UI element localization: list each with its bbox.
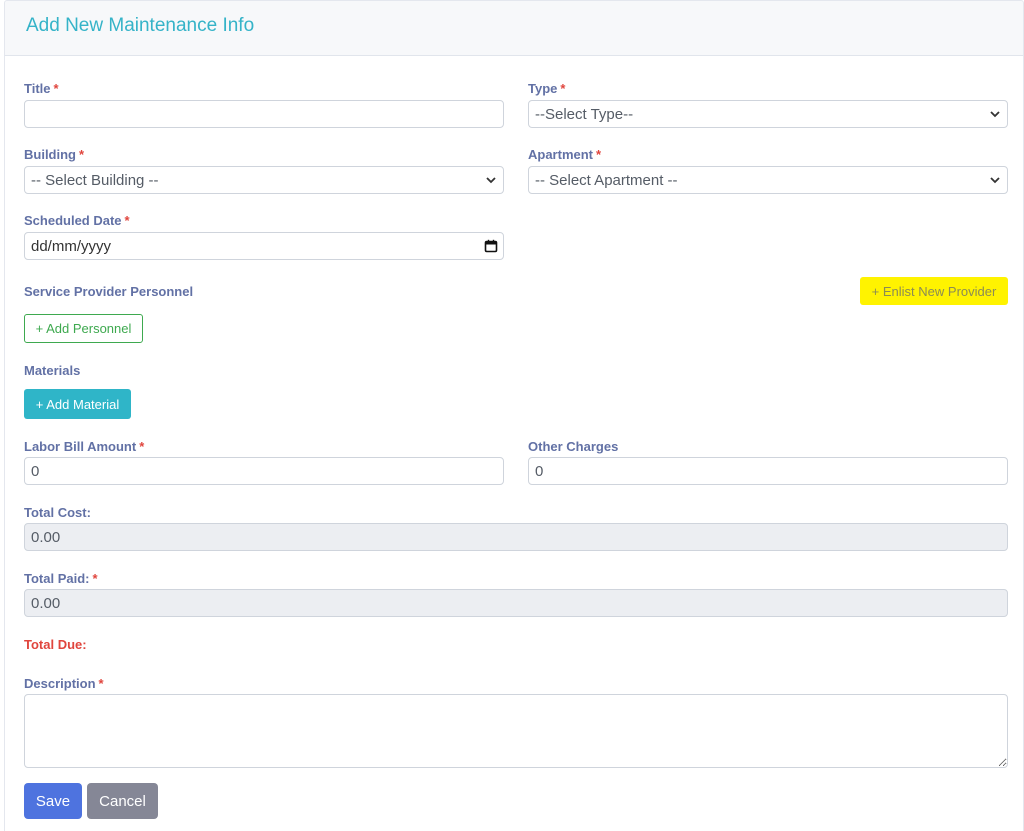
scheduled-date-value: dd/mm/yyyy: [31, 237, 112, 255]
required-mark: *: [139, 439, 145, 454]
labor-bill-value: 0: [31, 462, 40, 480]
other-charges-value: 0: [535, 462, 544, 480]
other-charges-input[interactable]: 0: [528, 457, 1008, 485]
labor-bill-label: Labor Bill Amount *: [24, 439, 145, 454]
description-label: Description *: [24, 676, 104, 691]
card-header: Add New Maintenance Info: [4, 0, 1024, 56]
scheduled-date-label: Scheduled Date *: [24, 213, 130, 228]
required-mark: *: [560, 81, 566, 96]
total-paid-input[interactable]: 0.00: [24, 589, 1008, 617]
apartment-select[interactable]: -- Select Apartment --: [528, 166, 1008, 194]
total-due-label: Total Due:: [24, 637, 87, 652]
required-mark: *: [92, 571, 98, 586]
type-select-value: --Select Type--: [535, 105, 634, 123]
add-personnel-button[interactable]: + Add Personnel: [24, 314, 143, 343]
total-cost-value: 0.00: [31, 528, 61, 546]
building-label: Building *: [24, 147, 85, 162]
type-label: Type *: [528, 81, 566, 96]
page-title: Add New Maintenance Info: [26, 15, 255, 36]
required-mark: *: [79, 147, 85, 162]
service-provider-label: Service Provider Personnel: [24, 284, 194, 299]
title-input[interactable]: [24, 100, 504, 128]
total-paid-value: 0.00: [31, 594, 61, 612]
cancel-button[interactable]: Cancel: [87, 783, 158, 819]
apartment-select-value: -- Select Apartment --: [535, 171, 678, 189]
required-mark: *: [124, 213, 130, 228]
total-cost-input: 0.00: [24, 523, 1008, 551]
apartment-label: Apartment *: [528, 147, 602, 162]
total-cost-label: Total Cost:: [24, 505, 91, 520]
required-mark: *: [53, 81, 59, 96]
required-mark: *: [98, 676, 104, 691]
labor-bill-input[interactable]: 0: [24, 457, 504, 485]
description-textarea[interactable]: [24, 694, 1008, 768]
save-button[interactable]: Save: [24, 783, 82, 819]
total-paid-label: Total Paid: *: [24, 571, 98, 586]
enlist-new-provider-button[interactable]: + Enlist New Provider: [860, 277, 1008, 305]
chevron-down-icon: [486, 177, 496, 184]
chevron-down-icon: [990, 111, 1000, 118]
materials-label: Materials: [24, 363, 81, 378]
building-select[interactable]: -- Select Building --: [24, 166, 504, 194]
type-select[interactable]: --Select Type--: [528, 100, 1008, 128]
building-select-value: -- Select Building --: [31, 171, 159, 189]
other-charges-label: Other Charges: [528, 439, 619, 454]
add-material-button[interactable]: + Add Material: [24, 389, 131, 419]
calendar-icon[interactable]: [484, 239, 498, 253]
required-mark: *: [596, 147, 602, 162]
chevron-down-icon: [990, 177, 1000, 184]
scheduled-date-input[interactable]: dd/mm/yyyy: [24, 232, 504, 260]
title-label: Title *: [24, 81, 59, 96]
